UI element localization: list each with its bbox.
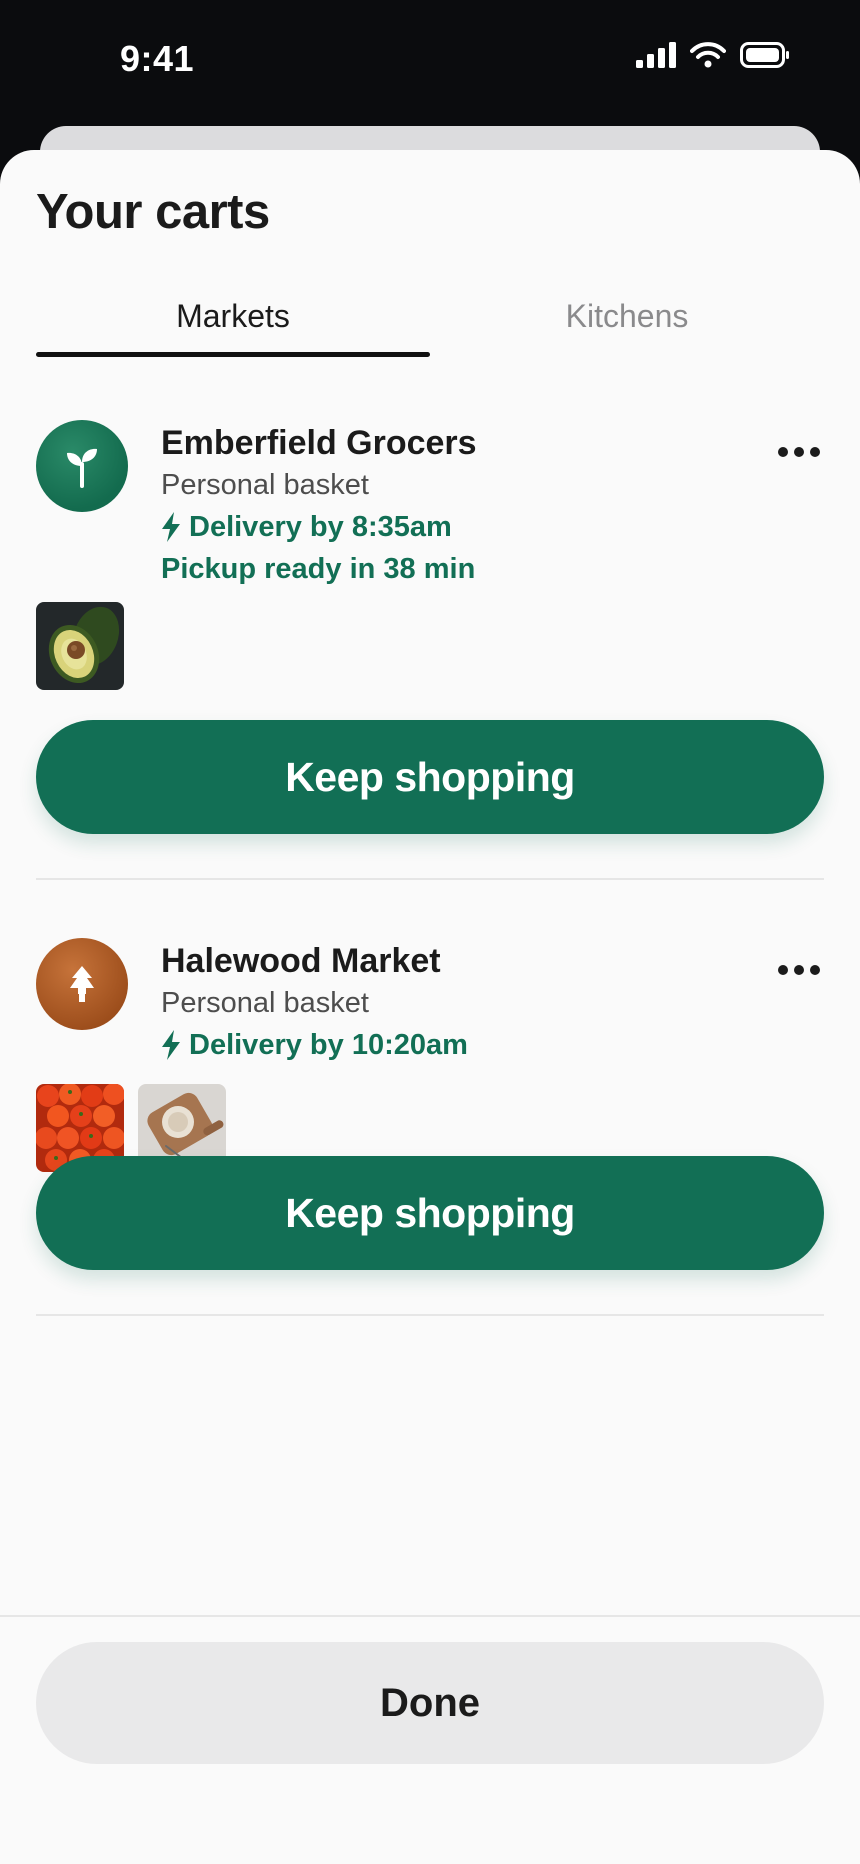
wifi-icon (690, 42, 726, 68)
store-name[interactable]: Emberfield Grocers (161, 422, 477, 464)
item-thumbnail-avocado[interactable] (36, 602, 124, 690)
lightning-bolt-icon (162, 1030, 180, 1060)
tab-bar: Markets Kitchens (36, 286, 824, 366)
delivery-eta: Delivery by 8:35am (161, 506, 477, 548)
keep-shopping-button[interactable]: Keep shopping (36, 720, 824, 834)
status-time: 9:41 (120, 38, 195, 79)
sheet-title: Your carts (36, 185, 270, 239)
delivery-eta: Delivery by 10:20am (161, 1024, 468, 1066)
lightning-bolt-icon (162, 512, 180, 542)
store-info: Emberfield Grocers Personal basket Deliv… (161, 422, 477, 590)
ellipsis-icon (778, 965, 820, 975)
delivery-text: Delivery by 8:35am (189, 511, 452, 543)
basket-type: Personal basket (161, 469, 369, 501)
cart-divider (36, 1314, 824, 1316)
footer-divider (0, 1615, 860, 1617)
store-avatar[interactable] (36, 938, 128, 1030)
tab-selected-indicator (36, 352, 430, 357)
pine-tree-icon (70, 966, 94, 1002)
delivery-text: Delivery by 10:20am (189, 1029, 468, 1061)
cart-divider (36, 878, 824, 880)
cart-item-thumbnails (36, 602, 124, 690)
tab-kitchens[interactable]: Kitchens (430, 286, 824, 366)
store-avatar[interactable] (36, 420, 128, 512)
ellipsis-icon (778, 447, 820, 457)
status-icons (636, 42, 790, 68)
done-button[interactable]: Done (36, 1642, 824, 1764)
carts-sheet: Your carts Markets Kitchens Emberfield G… (0, 150, 860, 1864)
store-name[interactable]: Halewood Market (161, 940, 468, 982)
keep-shopping-button[interactable]: Keep shopping (36, 1156, 824, 1270)
more-options-button[interactable] (774, 432, 824, 472)
more-options-button[interactable] (774, 950, 824, 990)
pickup-eta: Pickup ready in 38 min (161, 553, 476, 585)
battery-icon (740, 42, 789, 68)
sprout-icon (67, 448, 97, 488)
status-bar: 9:41 (0, 0, 860, 130)
store-info: Halewood Market Personal basket Delivery… (161, 940, 468, 1066)
basket-type: Personal basket (161, 987, 369, 1019)
cellular-signal-icon (636, 42, 676, 68)
